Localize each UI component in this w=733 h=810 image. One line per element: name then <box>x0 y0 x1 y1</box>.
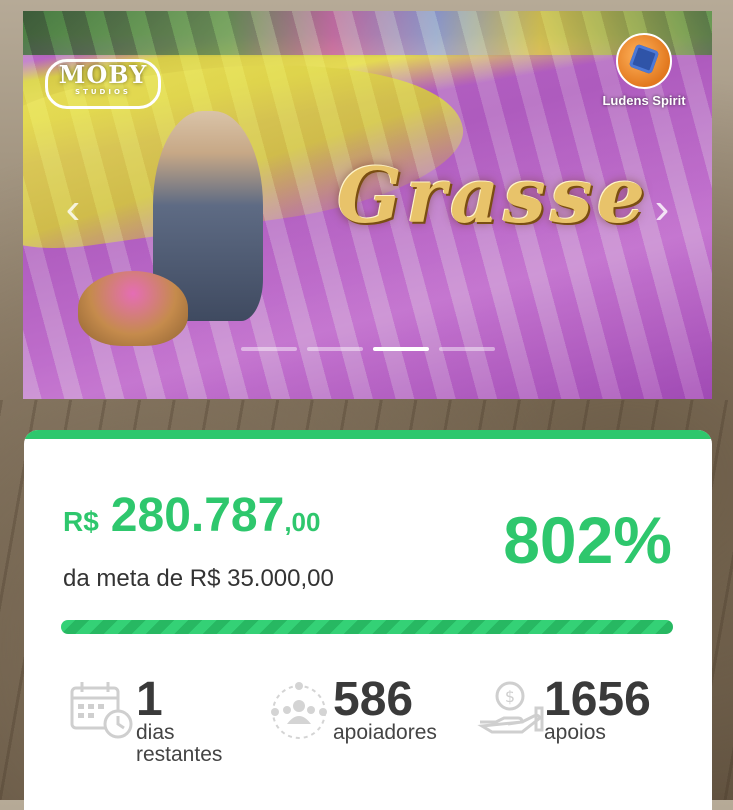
days-label-line1: dias <box>136 721 175 744</box>
stat-backers-text: 586 apoiadores <box>333 673 437 744</box>
ludens-spirit-logo: Ludens Spirit <box>598 33 690 108</box>
dice-icon <box>616 33 672 89</box>
funding-card: R$ 280.787 ,00 da meta de R$ 35.000,00 8… <box>24 430 712 810</box>
amount-raised: R$ 280.787 ,00 <box>63 488 320 543</box>
calendar-clock-icon <box>70 682 133 739</box>
days-label-line2: restantes <box>136 743 223 766</box>
currency-symbol: R$ <box>63 506 99 537</box>
card-accent-bar <box>24 430 712 439</box>
funding-progress-bar <box>61 620 673 634</box>
game-title-logo: Grasse <box>336 151 650 240</box>
carousel-indicators <box>23 347 712 351</box>
carousel-dot-4[interactable] <box>438 347 495 351</box>
stat-pledges-text: 1656 apoios <box>544 673 651 744</box>
moby-logo-subtext: STUDIOS <box>75 88 131 96</box>
backers-label: apoiadores <box>333 721 437 744</box>
stat-pledges: $ 1656 apoios <box>476 673 651 744</box>
hand-coin-icon: $ <box>477 681 544 734</box>
chevron-left-icon: ‹ <box>65 184 81 233</box>
moby-studios-logo: MOBY STUDIOS <box>45 59 161 109</box>
carousel-next-button[interactable]: › <box>648 187 676 231</box>
stat-days-remaining: 1 dias restantes <box>68 673 223 766</box>
pledges-value: 1656 <box>544 673 651 726</box>
percent-funded: 802% <box>503 503 672 577</box>
funding-progress-fill <box>61 620 673 634</box>
carousel-prev-button[interactable]: ‹ <box>59 187 87 231</box>
carousel-dot-2[interactable] <box>306 347 363 351</box>
hero-basket <box>78 271 188 346</box>
carousel-dot-1[interactable] <box>240 347 297 351</box>
goal-text: da meta de R$ 35.000,00 <box>63 565 334 592</box>
amount-main: 280.787 <box>110 489 285 542</box>
moby-logo-text: MOBY <box>58 60 148 89</box>
amount-cents: ,00 <box>284 507 321 537</box>
people-group-icon <box>271 682 327 739</box>
days-value: 1 <box>136 673 163 726</box>
backers-value: 586 <box>333 673 414 726</box>
svg-text:$: $ <box>505 687 515 706</box>
ludens-logo-text: Ludens Spirit <box>602 93 686 108</box>
chevron-right-icon: › <box>654 184 670 233</box>
carousel-dot-3[interactable] <box>372 347 429 351</box>
stat-backers: 586 apoiadores <box>265 673 437 744</box>
hero-banner: MOBY STUDIOS Ludens Spirit Grasse ‹ › <box>23 11 712 399</box>
stat-days-text: 1 dias restantes <box>136 673 223 766</box>
